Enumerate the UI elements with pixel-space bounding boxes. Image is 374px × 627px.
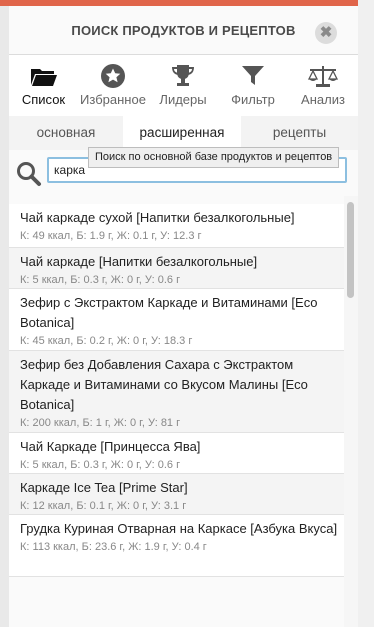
item-nutrition: К: 200 ккал, Б: 1 г, Ж: 0 г, У: 81 г — [20, 417, 181, 429]
item-nutrition: К: 113 ккал, Б: 23.6 г, Ж: 1.9 г, У: 0.4… — [20, 541, 207, 553]
tab-leaders-label: Лидеры — [159, 92, 207, 107]
tab-analysis[interactable]: Анализ — [288, 55, 358, 117]
tab-filter-label: Фильтр — [231, 92, 275, 107]
tab-analysis-label: Анализ — [301, 92, 345, 107]
item-name: Чай каркаде [Напитки безалкогольные] — [20, 254, 258, 269]
item-name: Грудка Куриная Отварная на Каркасе [Азбу… — [20, 521, 338, 536]
item-nutrition: К: 5 ккал, Б: 0.3 г, Ж: 0 г, У: 0.6 г — [20, 459, 181, 471]
item-name: Чай Каркаде [Принцесса Ява] — [20, 439, 201, 454]
item-name: Каркаде Ice Tea [Prime Star] — [20, 480, 188, 495]
search-mode-tabs: основная расширенная рецепты — [9, 116, 358, 151]
item-nutrition: К: 5 ккал, Б: 0.3 г, Ж: 0 г, У: 0.6 г — [20, 274, 181, 286]
search-bar: Поиск по основной базе продуктов и рецеп… — [9, 147, 358, 196]
tab-filter[interactable]: Фильтр — [218, 55, 289, 117]
tab-list[interactable]: Список — [9, 55, 79, 117]
item-nutrition: К: 12 ккал, Б: 0.1 г, Ж: 0 г, У: 3.1 г — [20, 500, 187, 512]
left-backdrop — [0, 6, 9, 627]
list-item[interactable]: Чай каркаде [Напитки безалкогольные] К: … — [9, 248, 344, 289]
close-icon: ✖ — [319, 24, 333, 41]
subtab-basic[interactable]: основная — [9, 116, 123, 150]
trophy-icon — [148, 63, 218, 91]
scrollbar-thumb[interactable] — [347, 202, 354, 298]
star-icon — [78, 63, 148, 91]
item-name: Чай каркаде сухой [Напитки безалкогольны… — [20, 210, 295, 225]
main-tabs: Список Избранное Лидеры Фильтр Анализ — [9, 54, 358, 118]
right-backdrop — [358, 0, 374, 627]
subtab-recipes[interactable]: рецепты — [241, 116, 358, 150]
tab-list-label: Список — [21, 92, 66, 107]
tab-leaders[interactable]: Лидеры — [148, 55, 219, 117]
item-nutrition: К: 49 ккал, Б: 1.9 г, Ж: 0.1 г, У: 12.3 … — [20, 230, 202, 242]
list-item[interactable]: Чай Каркаде [Принцесса Ява] К: 5 ккал, Б… — [9, 433, 344, 474]
results-list: Чай каркаде сухой [Напитки безалкогольны… — [9, 196, 358, 627]
item-nutrition: К: 45 ккал, Б: 0.2 г, Ж: 0 г, У: 18.3 г — [20, 335, 193, 347]
tab-favorites[interactable]: Избранное — [78, 55, 149, 117]
list-item[interactable]: Каркаде Ice Tea [Prime Star] К: 12 ккал,… — [9, 474, 344, 515]
panel-title: ПОИСК ПРОДУКТОВ И РЕЦЕПТОВ — [71, 23, 296, 38]
search-icon[interactable] — [16, 161, 42, 187]
folder-icon — [9, 63, 78, 91]
scales-icon — [288, 63, 358, 91]
item-name: Зефир с Экстрактом Каркаде и Витаминами … — [20, 295, 318, 330]
item-name: Зефир без Добавления Сахара с Экстрактом… — [20, 357, 308, 412]
tab-favorites-label: Избранное — [80, 92, 146, 107]
subtab-extended[interactable]: расширенная — [123, 116, 241, 150]
list-item[interactable]: Чай каркаде сухой [Напитки безалкогольны… — [9, 204, 344, 248]
list-item[interactable]: Зефир без Добавления Сахара с Экстрактом… — [9, 351, 344, 433]
panel-header: ПОИСК ПРОДУКТОВ И РЕЦЕПТОВ ✖ — [9, 6, 358, 54]
close-button[interactable]: ✖ — [315, 22, 337, 44]
list-item[interactable]: Зефир с Экстрактом Каркаде и Витаминами … — [9, 289, 344, 351]
filter-icon — [218, 63, 288, 91]
list-item[interactable]: Грудка Куриная Отварная на Каркасе [Азбу… — [9, 515, 344, 577]
search-panel: ПОИСК ПРОДУКТОВ И РЕЦЕПТОВ ✖ Список Избр… — [9, 6, 358, 627]
search-tooltip: Поиск по основной базе продуктов и рецеп… — [88, 147, 340, 168]
